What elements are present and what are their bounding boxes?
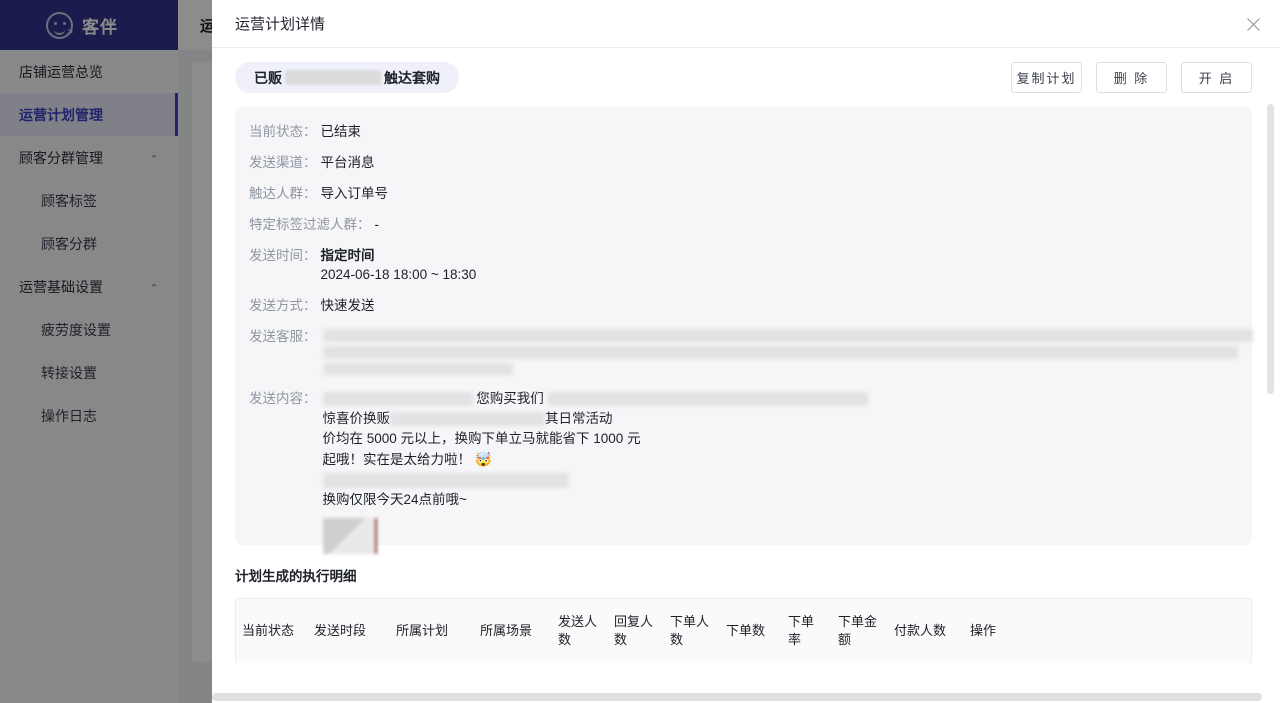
message-line-2: 惊喜价换贩 其日常活动	[323, 409, 868, 429]
table-column-header: 下单数	[726, 623, 766, 638]
delete-button[interactable]: 删 除	[1096, 62, 1167, 93]
plan-name-prefix: 已贩	[254, 69, 282, 86]
field-audience-label: 触达人群：	[249, 186, 317, 201]
message-image-thumbnail[interactable]	[322, 518, 377, 554]
table-column-header: 下单金额	[838, 614, 878, 647]
redaction-inline	[322, 392, 473, 407]
field-send-method: 发送方式： 快速发送	[249, 296, 1232, 315]
field-send-agent-redaction	[317, 327, 1253, 375]
field-send-agent-label: 发送客服：	[249, 329, 317, 344]
send-content-body: 您购买我们 惊喜价换贩 其日常活动 价均在 5000 元以上，换购下单立马就能省下…	[317, 389, 868, 554]
message-line-1: 您购买我们	[322, 389, 868, 409]
exec-detail-table: 当前状态 发送时段 所属计划 所属场景 发送人数 回复人数 下单人数 下单数 下单率 下单金额 付款…	[235, 598, 1252, 663]
field-send-time-range: 2024-06-18 18:00 ~ 18:30	[320, 267, 477, 282]
plan-name-chip: 已贩 触达套购	[235, 62, 459, 93]
plan-name-suffix: 触达套购	[384, 69, 440, 86]
field-audience: 触达人群： 导入订单号	[249, 184, 1232, 203]
enable-button[interactable]: 开 启	[1181, 62, 1252, 93]
plan-action-buttons: 复制计划删 除开 启	[1011, 62, 1252, 93]
redaction-bar	[322, 329, 1253, 342]
redaction-inline	[322, 472, 569, 488]
field-send-agent: 发送客服：	[249, 327, 1253, 375]
horizontal-scrollbar-track[interactable]	[212, 692, 1280, 703]
drawer-body: 已贩 触达套购 复制计划删 除开 启 当前状态： 已结束 发送渠道： 平台消息 …	[212, 48, 1280, 703]
field-send-time-label: 发送时间：	[249, 248, 317, 263]
table-column-header: 下单人数	[670, 614, 710, 647]
horizontal-scrollbar-thumb[interactable]	[212, 693, 1262, 701]
message-line-3: 价均在 5000 元以上，换购下单立马就能省下 1000 元	[322, 431, 641, 446]
table-column-header: 当前状态	[242, 623, 295, 638]
message-text-4: 起哦！实在是太给力啦！	[322, 452, 472, 467]
message-text-2b: 其日常活动	[545, 411, 613, 426]
table-column-header: 回复人数	[614, 614, 654, 647]
message-text-2a: 惊喜价换贩	[322, 411, 391, 426]
redaction-bar	[322, 363, 513, 375]
field-send-method-value: 快速发送	[320, 298, 375, 313]
message-line-4: 起哦！实在是太给力啦！ 🤯	[323, 449, 868, 470]
drawer-header: 运营计划详情	[212, 0, 1280, 48]
field-send-time: 发送时间： 指定时间 2024-06-18 18:00 ~ 18:30	[249, 246, 1232, 284]
redaction-inline	[547, 392, 868, 407]
plan-detail-drawer: 运营计划详情 已贩 触达套购 复制计划删 除开 启 当前状态： 已结束 发送渠道…	[212, 0, 1280, 703]
field-status: 当前状态： 已结束	[249, 122, 1232, 141]
table-column-header: 所属计划	[396, 623, 449, 638]
message-line-6: 换购仅限今天24点前哦~	[322, 492, 467, 507]
field-send-method-label: 发送方式：	[249, 298, 317, 313]
field-channel-value: 平台消息	[320, 155, 375, 170]
table-header-row: 当前状态 发送时段 所属计划 所属场景 发送人数 回复人数 下单人数 下单数 下单率 下单金额 付款…	[236, 599, 1251, 663]
copy-plan-button[interactable]: 复制计划	[1011, 62, 1082, 93]
plan-summary-row: 已贩 触达套购 复制计划删 除开 启	[235, 48, 1252, 93]
field-send-content: 发送内容： 您购买我们 惊喜价换贩 其日常活动 价均在 5000 元以上，换购下单…	[249, 389, 1232, 554]
drawer-vertical-scrollbar[interactable]	[1267, 104, 1274, 394]
plan-name-redaction	[285, 70, 381, 85]
message-line-5-redacted	[322, 470, 868, 490]
field-tag-filter-label: 特定标签过滤人群：	[249, 217, 371, 232]
table-column-header: 下单率	[788, 614, 815, 647]
field-status-label: 当前状态：	[249, 124, 317, 139]
table-column-header: 发送时段	[314, 623, 367, 638]
field-channel-label: 发送渠道：	[249, 155, 317, 170]
field-audience-value: 导入订单号	[320, 186, 389, 201]
redaction-inline	[390, 412, 545, 427]
table-column-header: 付款人数	[894, 623, 947, 638]
field-tag-filter-value: -	[374, 217, 380, 232]
redaction-bar	[322, 346, 1238, 359]
table-column-header: 操作	[970, 623, 997, 638]
message-text-1: 您购买我们	[476, 391, 544, 406]
table-column-header: 所属场景	[480, 623, 533, 638]
exec-detail-title: 计划生成的执行明细	[235, 569, 357, 584]
table-column-header: 发送人数	[558, 614, 598, 647]
plan-detail-card: 当前状态： 已结束 发送渠道： 平台消息 触达人群： 导入订单号 特定标签过滤人…	[235, 107, 1253, 554]
field-tag-filter: 特定标签过滤人群： -	[249, 215, 1232, 234]
exploding-head-emoji-icon: 🤯	[474, 451, 493, 467]
field-status-value: 已结束	[320, 124, 362, 139]
field-send-time-mode: 指定时间	[320, 248, 375, 263]
field-send-content-label: 发送内容：	[249, 391, 317, 406]
field-channel: 发送渠道： 平台消息	[249, 153, 1232, 172]
close-icon[interactable]	[1242, 13, 1264, 35]
drawer-title: 运营计划详情	[235, 16, 326, 33]
